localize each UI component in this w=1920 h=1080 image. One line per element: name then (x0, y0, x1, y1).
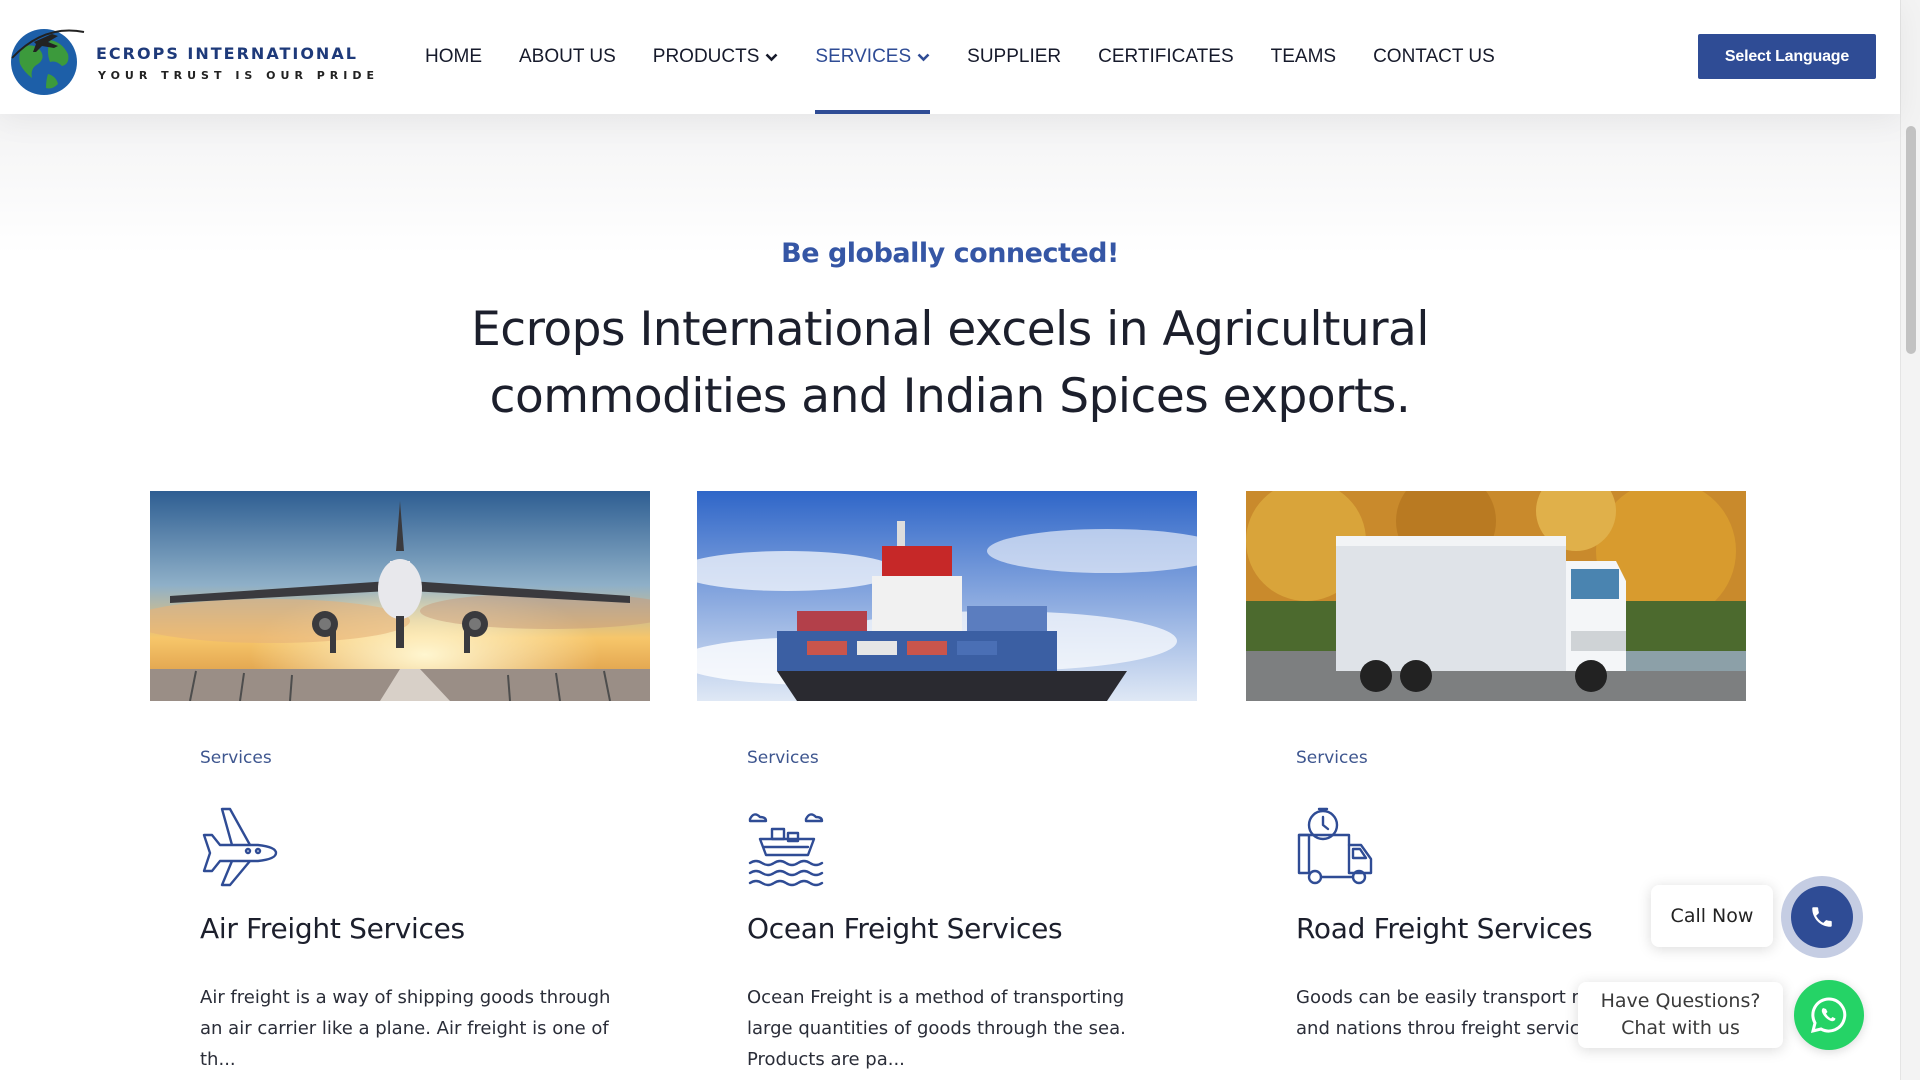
nav-about-us[interactable]: ABOUT US (519, 0, 616, 114)
card-description: Air freight is a way of shipping goods t… (200, 987, 611, 1070)
chat-with-us-label[interactable]: Have Questions? Chat with us (1578, 982, 1783, 1048)
chat-line-1: Have Questions? (1600, 990, 1761, 1012)
nav-certificates[interactable]: CERTIFICATES (1098, 0, 1233, 114)
call-now-label[interactable]: Call Now (1651, 885, 1773, 947)
card-category: Services (1296, 748, 1368, 768)
nav-label: SERVICES (815, 46, 912, 67)
nav-label: HOME (425, 46, 482, 67)
airplane-icon (202, 807, 278, 887)
phone-icon (1812, 907, 1832, 927)
nav-label: SUPPLIER (967, 46, 1062, 67)
hero-tagline: Be globally connected! (781, 238, 1119, 269)
nav-label: PRODUCTS (652, 46, 760, 67)
card-description: Ocean Freight is a method of transportin… (747, 987, 1126, 1070)
call-button-inner (1791, 886, 1853, 948)
nav-teams[interactable]: TEAMS (1271, 0, 1336, 114)
logo-name: ECROPS INTERNATIONAL (96, 44, 358, 63)
site-header: ECROPS INTERNATIONAL YOUR TRUST IS OUR P… (0, 0, 1900, 114)
card-title[interactable]: Air Freight Services (200, 912, 465, 945)
chat-line-2: Chat with us (1621, 1017, 1740, 1039)
main-nav: HOME ABOUT US PRODUCTS SERVICES SUPPLIER… (425, 0, 1532, 114)
air-freight-image[interactable] (150, 491, 650, 701)
cargo-ship-icon (748, 813, 824, 887)
site-logo[interactable]: ECROPS INTERNATIONAL YOUR TRUST IS OUR P… (4, 18, 384, 98)
delivery-truck-icon (1297, 807, 1373, 885)
hero-background (0, 114, 1900, 254)
nav-products[interactable]: PRODUCTS (653, 0, 779, 114)
ocean-freight-image[interactable] (697, 491, 1197, 701)
card-title[interactable]: Road Freight Services (1296, 912, 1593, 945)
chevron-down-icon (917, 53, 930, 61)
card-title[interactable]: Ocean Freight Services (747, 912, 1063, 945)
nav-supplier[interactable]: SUPPLIER (967, 0, 1061, 114)
nav-label: CERTIFICATES (1098, 46, 1234, 67)
card-category: Services (747, 748, 819, 768)
logo-tagline: YOUR TRUST IS OUR PRIDE (98, 69, 380, 82)
call-now-button[interactable] (1781, 876, 1863, 958)
nav-services[interactable]: SERVICES (815, 0, 930, 114)
nav-label: CONTACT US (1373, 46, 1495, 67)
select-language-button[interactable]: Select Language (1698, 34, 1876, 79)
globe-logo-icon (11, 29, 85, 95)
page-scrollbar[interactable] (1900, 0, 1920, 1080)
whatsapp-icon (1810, 997, 1847, 1034)
scrollbar-thumb[interactable] (1906, 126, 1916, 354)
nav-contact-us[interactable]: CONTACT US (1373, 0, 1495, 114)
road-freight-image[interactable] (1246, 491, 1746, 701)
chevron-down-icon (765, 53, 778, 61)
whatsapp-chat-button[interactable] (1794, 980, 1864, 1050)
nav-home[interactable]: HOME (425, 0, 482, 114)
hero-headline: Ecrops International excels in Agricultu… (471, 302, 1429, 424)
nav-label: ABOUT US (519, 46, 616, 67)
nav-label: TEAMS (1270, 46, 1337, 67)
card-category: Services (200, 748, 272, 768)
